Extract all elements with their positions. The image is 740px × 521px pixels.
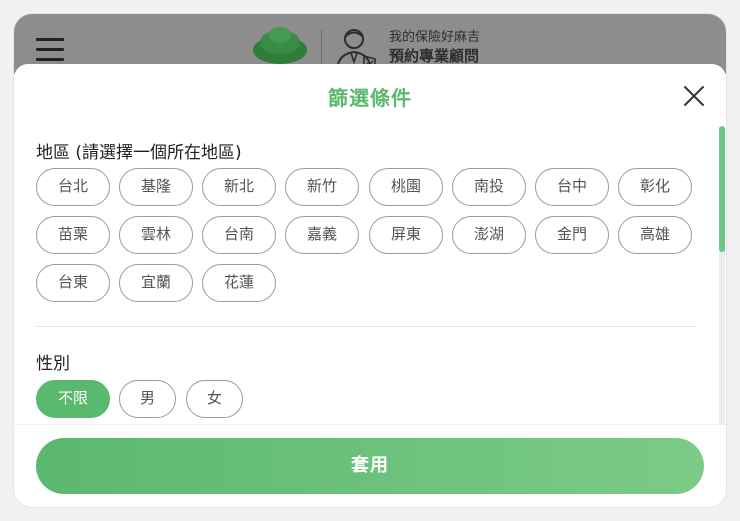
- gender-chip-any[interactable]: 不限: [36, 380, 110, 418]
- gender-chip-female[interactable]: 女: [186, 380, 243, 418]
- region-chip[interactable]: 宜蘭: [119, 264, 193, 302]
- region-chip[interactable]: 苗栗: [36, 216, 110, 254]
- brand-tagline: 我的保險好麻吉: [389, 30, 481, 45]
- region-chip[interactable]: 高雄: [618, 216, 692, 254]
- region-chip[interactable]: 台中: [535, 168, 609, 206]
- region-chip[interactable]: 桃園: [369, 168, 443, 206]
- filter-scroll-area[interactable]: 地區 (請選擇一個所在地區) 台北 基隆 新北 新竹 桃園 南投 台中 彰化 苗…: [14, 124, 726, 424]
- region-label: 地區 (請選擇一個所在地區): [36, 143, 242, 163]
- region-chip[interactable]: 彰化: [618, 168, 692, 206]
- section-divider: [36, 326, 696, 327]
- region-chip[interactable]: 嘉義: [285, 216, 359, 254]
- close-icon[interactable]: [682, 84, 706, 108]
- filter-sheet: 篩選條件 地區 (請選擇一個所在地區) 台北 基隆 新北 新竹 桃園 南投 台中…: [14, 64, 726, 507]
- sheet-title: 篩選條件: [328, 86, 412, 110]
- region-chip[interactable]: 基隆: [119, 168, 193, 206]
- region-chip[interactable]: 台北: [36, 168, 110, 206]
- region-chip[interactable]: 雲林: [119, 216, 193, 254]
- scrollbar-thumb[interactable]: [719, 126, 725, 252]
- sheet-footer: 套用: [14, 424, 726, 507]
- region-chip[interactable]: 金門: [535, 216, 609, 254]
- brand-subtitle: 預約專業顧問: [389, 47, 480, 65]
- region-chip[interactable]: 花蓮: [202, 264, 276, 302]
- region-chip[interactable]: 新竹: [285, 168, 359, 206]
- region-chip[interactable]: 澎湖: [452, 216, 526, 254]
- region-chip[interactable]: 南投: [452, 168, 526, 206]
- apply-button[interactable]: 套用: [36, 438, 704, 494]
- brand-text: 我的保險好麻吉 預約專業顧問: [389, 29, 480, 66]
- gender-chip-male[interactable]: 男: [119, 380, 176, 418]
- region-chip[interactable]: 台南: [202, 216, 276, 254]
- gender-label: 性別: [36, 354, 70, 374]
- menu-icon[interactable]: [36, 38, 64, 62]
- phone-screen: 我的保險好麻吉 預約專業顧問 篩選條件 地區 (請選擇一個所在地區) 台北 基隆…: [14, 14, 726, 507]
- region-chip[interactable]: 台東: [36, 264, 110, 302]
- region-chip[interactable]: 屏東: [369, 216, 443, 254]
- region-chip[interactable]: 新北: [202, 168, 276, 206]
